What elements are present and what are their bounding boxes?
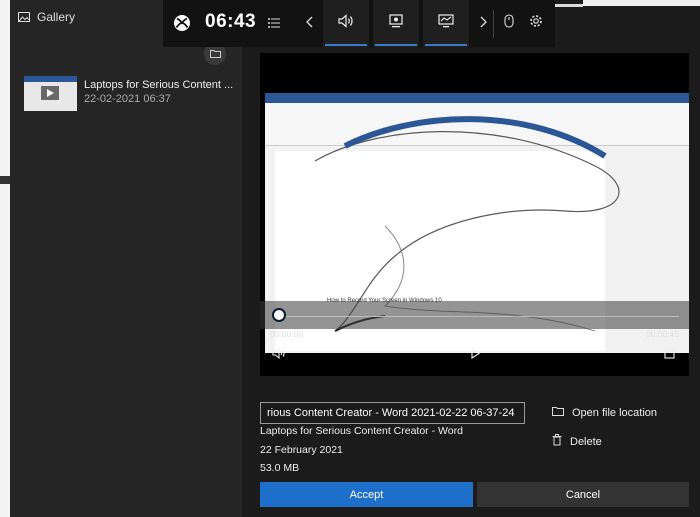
capture-title: Laptops for Serious Content Creator - Wo… — [260, 425, 463, 437]
gallery-header: Gallery — [18, 10, 75, 24]
gallery-panel: Gallery Laptops for Serious Content ... … — [10, 0, 242, 517]
folder-icon — [209, 45, 221, 63]
gallery-item-date: 22-02-2021 06:37 — [84, 93, 171, 105]
trash-icon — [552, 434, 562, 449]
video-thumbnail — [24, 76, 77, 111]
cancel-button[interactable]: Cancel — [477, 482, 689, 507]
scroll-left-button[interactable] — [299, 0, 319, 47]
gallery-item[interactable]: Laptops for Serious Content ... 22-02-20… — [24, 76, 236, 112]
game-bar: 06:43 — [163, 0, 555, 47]
seek-bar-background — [260, 301, 689, 329]
background-page-right — [583, 0, 700, 6]
play-icon — [470, 346, 480, 364]
performance-icon — [438, 14, 454, 33]
volume-icon — [272, 346, 286, 364]
open-file-location-label: Open file location — [572, 406, 657, 419]
game-bar-divider — [493, 10, 494, 38]
gallery-title: Gallery — [37, 10, 76, 24]
video-player[interactable]: How to Record Your Screen in Windows 10 … — [260, 53, 689, 376]
filename-field[interactable] — [260, 402, 525, 424]
mouse-lock-button[interactable] — [499, 0, 519, 47]
delete-label: Delete — [570, 435, 602, 448]
gallery-item-title: Laptops for Serious Content ... — [84, 79, 234, 91]
capture-icon — [389, 14, 403, 33]
seek-track[interactable] — [279, 316, 679, 317]
gallery-icon — [18, 12, 30, 22]
delete-button[interactable]: Delete — [552, 434, 602, 449]
seek-thumb[interactable] — [272, 308, 286, 322]
fullscreen-button[interactable] — [661, 347, 679, 363]
folder-icon — [552, 406, 564, 419]
widget-menu-button[interactable] — [261, 0, 287, 47]
xbox-icon[interactable] — [173, 14, 191, 37]
chevron-right-icon — [480, 15, 487, 33]
open-file-location-button[interactable]: Open file location — [552, 406, 657, 419]
capture-size: 53.0 MB — [260, 462, 300, 474]
capture-date: 22 February 2021 — [260, 444, 343, 456]
widget-menu-icon — [268, 15, 280, 33]
performance-widget-button[interactable] — [423, 0, 469, 47]
background-page-right-edge — [555, 4, 583, 7]
accept-button[interactable]: Accept — [260, 482, 473, 507]
scroll-right-button[interactable] — [473, 0, 493, 47]
play-button[interactable] — [466, 347, 484, 363]
fullscreen-icon — [663, 346, 677, 364]
time-elapsed: 00:00:00 — [270, 329, 304, 339]
clock-time: 06:43 — [205, 11, 257, 32]
time-total: 00:00:45 — [646, 329, 680, 339]
play-icon — [41, 86, 59, 100]
settings-button[interactable] — [525, 0, 547, 47]
audio-icon — [338, 14, 354, 33]
settings-icon — [529, 14, 543, 33]
background-page — [0, 0, 10, 517]
background-bar — [0, 176, 10, 184]
chevron-left-icon — [305, 15, 313, 33]
capture-widget-button[interactable] — [373, 0, 419, 47]
volume-button[interactable] — [270, 346, 288, 364]
audio-widget-button[interactable] — [323, 0, 369, 47]
mouse-icon — [504, 14, 514, 33]
